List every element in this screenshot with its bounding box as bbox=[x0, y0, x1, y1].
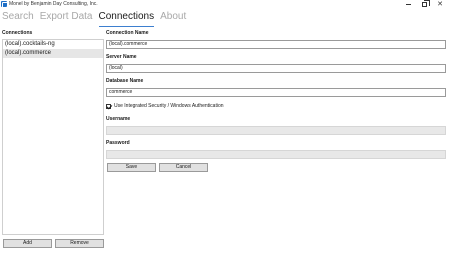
restore-icon bbox=[421, 0, 430, 7]
tab-connections[interactable]: Connections bbox=[98, 11, 154, 27]
minimize-icon bbox=[405, 4, 411, 5]
password-field[interactable] bbox=[106, 150, 446, 159]
minimize-button[interactable] bbox=[401, 0, 415, 9]
close-button[interactable]: ✕ bbox=[433, 0, 447, 9]
window-title: Monel by Benjamin Day Consulting, Inc. bbox=[9, 1, 98, 7]
save-button[interactable]: Save bbox=[107, 163, 156, 172]
server-name-label: Server Name bbox=[106, 54, 137, 60]
username-field[interactable] bbox=[106, 126, 446, 135]
database-name-field[interactable]: commerce bbox=[106, 88, 446, 97]
connection-name-label: Connection Name bbox=[106, 30, 149, 36]
password-label: Password bbox=[106, 140, 130, 146]
connections-list[interactable]: (local).cocktails-ng (local).commerce bbox=[2, 39, 104, 235]
integrated-security-label: Use Integrated Security / Windows Authen… bbox=[114, 103, 224, 109]
tab-about[interactable]: About bbox=[160, 11, 186, 25]
tab-export-data[interactable]: Export Data bbox=[40, 11, 93, 25]
connections-panel: Connections (local).cocktails-ng (local)… bbox=[2, 30, 104, 235]
list-item[interactable]: (local).cocktails-ng bbox=[3, 40, 103, 49]
add-connection-button[interactable]: Add bbox=[3, 239, 52, 248]
integrated-security-checkbox[interactable] bbox=[106, 104, 111, 109]
title-bar: Monel by Benjamin Day Consulting, Inc. ✕ bbox=[0, 0, 449, 9]
list-item[interactable]: (local).commerce bbox=[3, 49, 103, 58]
main-nav: Search Export Data Connections About bbox=[2, 11, 192, 27]
maximize-button[interactable] bbox=[417, 0, 431, 9]
connection-name-field[interactable]: (local).commerce bbox=[106, 40, 446, 49]
server-name-field[interactable]: (local) bbox=[106, 64, 446, 73]
connections-heading: Connections bbox=[2, 30, 33, 36]
close-icon: ✕ bbox=[437, 1, 443, 8]
remove-connection-button[interactable]: Remove bbox=[55, 239, 104, 248]
database-name-label: Database Name bbox=[106, 78, 144, 84]
cancel-button[interactable]: Cancel bbox=[159, 163, 208, 172]
username-label: Username bbox=[106, 116, 131, 122]
integrated-security-row[interactable]: Use Integrated Security / Windows Authen… bbox=[106, 103, 224, 110]
app-logo-icon bbox=[1, 1, 8, 8]
tab-search[interactable]: Search bbox=[2, 11, 34, 25]
